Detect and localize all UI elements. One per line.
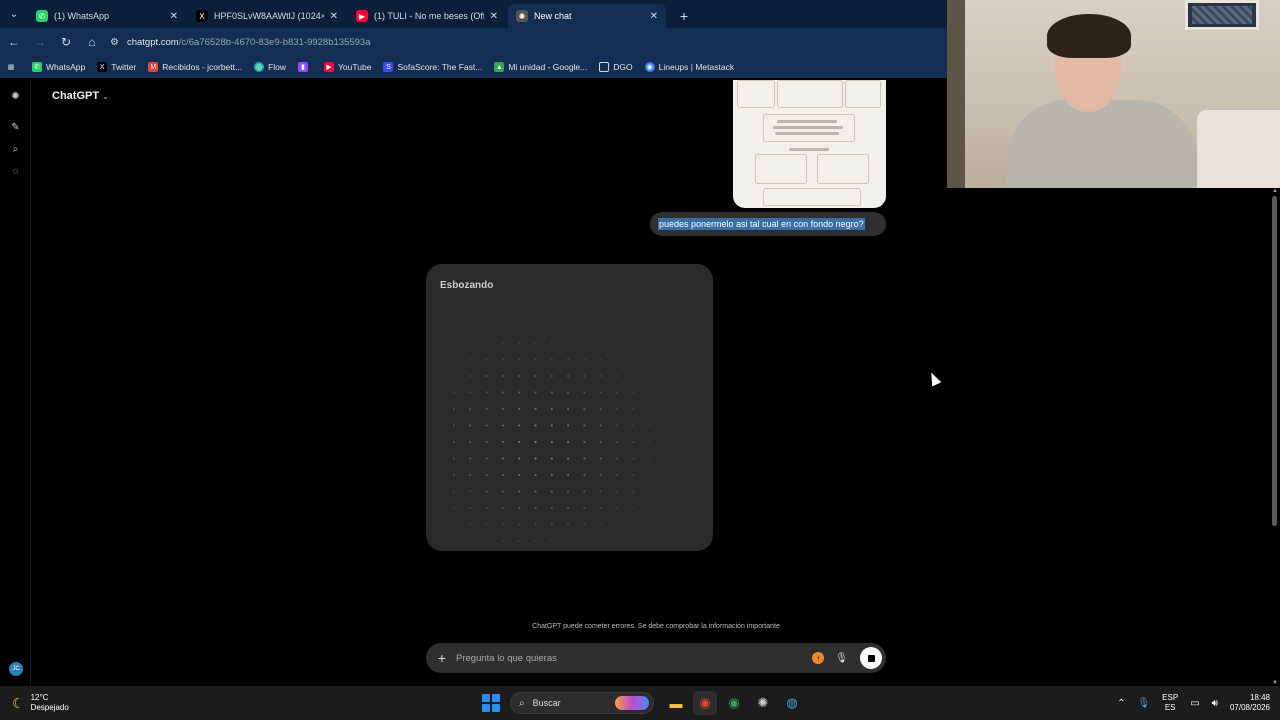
bookmark-lineups[interactable]: ◉ Lineups | Metastack: [644, 62, 734, 72]
sketching-label: Esbozando: [440, 280, 494, 291]
microphone-tray-icon[interactable]: 🎙︎: [1137, 698, 1150, 709]
flow-icon: ◎: [254, 62, 265, 72]
tab-title: New chat: [534, 11, 572, 21]
scroll-up-icon[interactable]: ▲: [1272, 188, 1278, 194]
tab-title: (1) TULI - No me beses (Official: [374, 11, 484, 21]
bookmark-google-drive[interactable]: ▲ Mi unidad - Google...: [494, 62, 587, 72]
wall-picture: [1185, 0, 1259, 30]
stop-generating-button[interactable]: [860, 647, 882, 669]
google-drive-icon: ▲: [494, 62, 505, 72]
add-attachment-button[interactable]: +: [428, 650, 456, 666]
chats-icon[interactable]: ◌: [0, 160, 31, 182]
back-icon[interactable]: ←: [2, 30, 26, 54]
bookmark-flow[interactable]: ◎ Flow: [254, 62, 286, 72]
new-chat-icon[interactable]: ✎: [0, 116, 31, 138]
bookmark-apps[interactable]: ▦: [6, 62, 20, 72]
tab-new-chat[interactable]: ✺ New chat ✕: [508, 4, 666, 28]
user-message-text: puedes ponermelo asi tal cual en con fon…: [658, 218, 865, 230]
loading-dot-grid: [452, 308, 651, 543]
site-info-icon[interactable]: ⚙: [110, 37, 119, 48]
taskbar-search[interactable]: ⌕ Buscar: [510, 692, 654, 714]
search-icon: ⌕: [519, 697, 525, 709]
bookmark-whatsapp[interactable]: ✆ WhatsApp: [32, 62, 85, 72]
file-explorer-icon[interactable]: ▬: [664, 691, 688, 715]
sofascore-icon: S: [383, 62, 394, 72]
webcam-overlay: [947, 0, 1280, 188]
moon-icon: ☾: [12, 694, 25, 711]
scrollbar-thumb[interactable]: [1272, 196, 1277, 526]
new-tab-button[interactable]: +: [674, 6, 694, 26]
chevron-down-icon: ⌄: [102, 92, 109, 101]
chatgpt-icon: ✺: [516, 10, 528, 22]
globe-app-icon[interactable]: ◍: [780, 691, 804, 715]
search-icon[interactable]: ⌕: [0, 138, 31, 160]
home-icon[interactable]: ⌂: [80, 30, 104, 54]
tab-search-icon[interactable]: ⌄: [0, 0, 28, 28]
bookmark-dgo[interactable]: DGO: [599, 62, 633, 72]
tab-title: (1) WhatsApp: [54, 11, 110, 21]
x-icon: X: [97, 62, 108, 72]
image-generation-placeholder: Esbozando: [426, 264, 713, 551]
user-message-bubble: puedes ponermelo asi tal cual en con fon…: [650, 212, 886, 236]
attached-image[interactable]: [733, 80, 886, 208]
windows-taskbar: ☾ 12°C Despejado ⌕ Buscar ▬ ◉ ◉ ✺ ◍ ⌃ 🎙︎ E…: [0, 686, 1280, 720]
bookmarks-bar: ▦ ✆ WhatsApp X Twitter M Recibidos - jcorbe…: [0, 56, 947, 78]
person-hoodie: [1007, 100, 1197, 188]
microphone-icon[interactable]: 🎙︎: [835, 653, 848, 664]
x-icon: X: [196, 10, 208, 22]
bookmark-twitter[interactable]: X Twitter: [97, 62, 136, 72]
close-icon[interactable]: ✕: [650, 11, 658, 22]
chatgpt-sidebar-rail: ✺ ✎ ⌕ ◌ JC: [0, 80, 31, 686]
clock[interactable]: 18:48 07/08/2026: [1230, 693, 1270, 713]
browser-tab-strip: ⌄ ✆ (1) WhatsApp ✕ X HPF0SLvW8AAWtlJ (10…: [0, 0, 947, 28]
language-indicator[interactable]: ESP ES: [1162, 693, 1178, 713]
chrome-icon[interactable]: ◉: [693, 691, 717, 715]
upload-badge-icon[interactable]: ↑: [812, 652, 825, 664]
tab-title: HPF0SLvW8AAWtlJ (1024×1536): [214, 11, 324, 21]
browser-toolbar: ← → ↻ ⌂ ⚙ chatgpt.com/c/6a76528b-4670-83…: [0, 28, 947, 56]
url-path: /c/6a76528b-4670-83e9-b831-9928b135593a: [178, 36, 371, 48]
tab-x-image[interactable]: X HPF0SLvW8AAWtlJ (1024×1536) ✕: [188, 4, 346, 28]
mouse-cursor: [926, 370, 942, 387]
chevron-up-icon[interactable]: ⌃: [1117, 698, 1125, 709]
page-scrollbar[interactable]: ▲ ▼: [1270, 188, 1280, 686]
twitch-icon: ▮: [298, 62, 309, 72]
tab-youtube[interactable]: ▶ (1) TULI - No me beses (Official ✕: [348, 4, 506, 28]
bookmark-twitch[interactable]: ▮: [298, 62, 312, 72]
volume-icon[interactable]: 🔊︎: [1212, 698, 1218, 709]
tab-whatsapp[interactable]: ✆ (1) WhatsApp ✕: [28, 4, 186, 28]
metastack-icon: ◉: [644, 62, 655, 72]
apps-grid-icon: ▦: [7, 64, 15, 71]
model-selector[interactable]: ChatGPT ⌄: [52, 90, 109, 102]
disclaimer-text: ChatGPT puede cometer errores. Se debe c…: [532, 623, 780, 630]
bookmark-gmail[interactable]: M Recibidos - jcorbett...: [148, 62, 242, 72]
monitor-icon[interactable]: ▭: [1190, 698, 1199, 709]
forward-icon[interactable]: →: [28, 30, 52, 54]
weather-widget[interactable]: ☾ 12°C Despejado: [12, 693, 132, 713]
youtube-icon: ▶: [356, 10, 368, 22]
chatgpt-app-icon[interactable]: ✺: [751, 691, 775, 715]
message-composer: + Pregunta lo que quieras ↑ 🎙︎: [426, 643, 886, 673]
bookmark-sofascore[interactable]: S SofaScore: The Fast...: [383, 62, 482, 72]
youtube-icon: ▶: [324, 62, 335, 72]
close-icon[interactable]: ✕: [170, 11, 178, 22]
avatar[interactable]: JC: [9, 662, 23, 676]
bookmark-youtube[interactable]: ▶ YouTube: [324, 62, 371, 72]
prompt-input[interactable]: Pregunta lo que quieras: [456, 653, 812, 664]
url-host: chatgpt.com: [126, 36, 179, 48]
reload-icon[interactable]: ↻: [54, 30, 78, 54]
close-icon[interactable]: ✕: [490, 11, 498, 22]
chrome-profile-icon[interactable]: ◉: [722, 691, 746, 715]
close-icon[interactable]: ✕: [330, 11, 338, 22]
whatsapp-icon: ✆: [36, 10, 48, 22]
start-button[interactable]: [482, 694, 500, 712]
system-tray: ⌃ 🎙︎ ESP ES ▭ 🔊︎ 18:48 07/08/2026: [1105, 686, 1270, 720]
chatgpt-logo-icon[interactable]: ✺: [0, 85, 31, 107]
whatsapp-icon: ✆: [32, 62, 42, 72]
folder-icon: [599, 62, 610, 72]
gmail-icon: M: [148, 62, 159, 72]
address-bar[interactable]: ⚙ chatgpt.com/c/6a76528b-4670-83e9-b831-…: [110, 31, 937, 53]
